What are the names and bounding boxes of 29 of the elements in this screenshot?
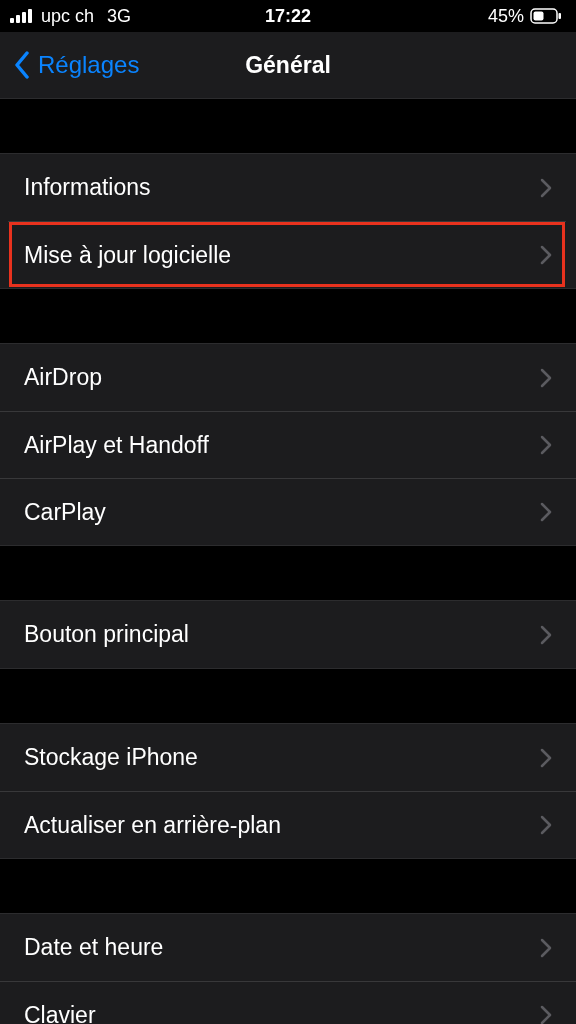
chevron-right-icon [540,747,552,768]
chevron-right-icon [540,624,552,645]
settings-row[interactable]: Bouton principal [0,601,576,668]
chevron-right-icon [540,937,552,958]
chevron-right-icon [540,245,552,265]
chevron-right-icon [540,367,552,388]
chevron-right-icon [540,815,552,835]
battery-icon [530,8,562,24]
settings-row[interactable]: Stockage iPhone [0,724,576,791]
chevron-right-icon [540,502,552,522]
clock-time: 17:22 [265,5,311,27]
chevron-left-icon [14,51,30,79]
chevron-right-icon [540,435,552,455]
settings-row[interactable]: Mise à jour logicielle [8,221,566,288]
back-button[interactable]: Réglages [0,51,140,79]
network-type: 3G [107,5,132,27]
chevron-right-icon [540,177,552,198]
settings-row[interactable]: AirDrop [0,344,576,411]
settings-row[interactable]: CarPlay [0,478,576,545]
signal-icon [10,9,34,23]
page-title: Général [245,51,331,79]
settings-row[interactable]: AirPlay et Handoff [0,411,576,478]
settings-row[interactable]: Actualiser en arrière-plan [0,791,576,858]
settings-row[interactable]: Clavier [0,981,576,1024]
battery-percent: 45% [487,5,524,27]
settings-row[interactable]: Informations [0,154,576,221]
settings-row[interactable]: Date et heure [0,914,576,981]
chevron-right-icon [540,1005,552,1024]
carrier-name: upc ch [41,5,95,27]
